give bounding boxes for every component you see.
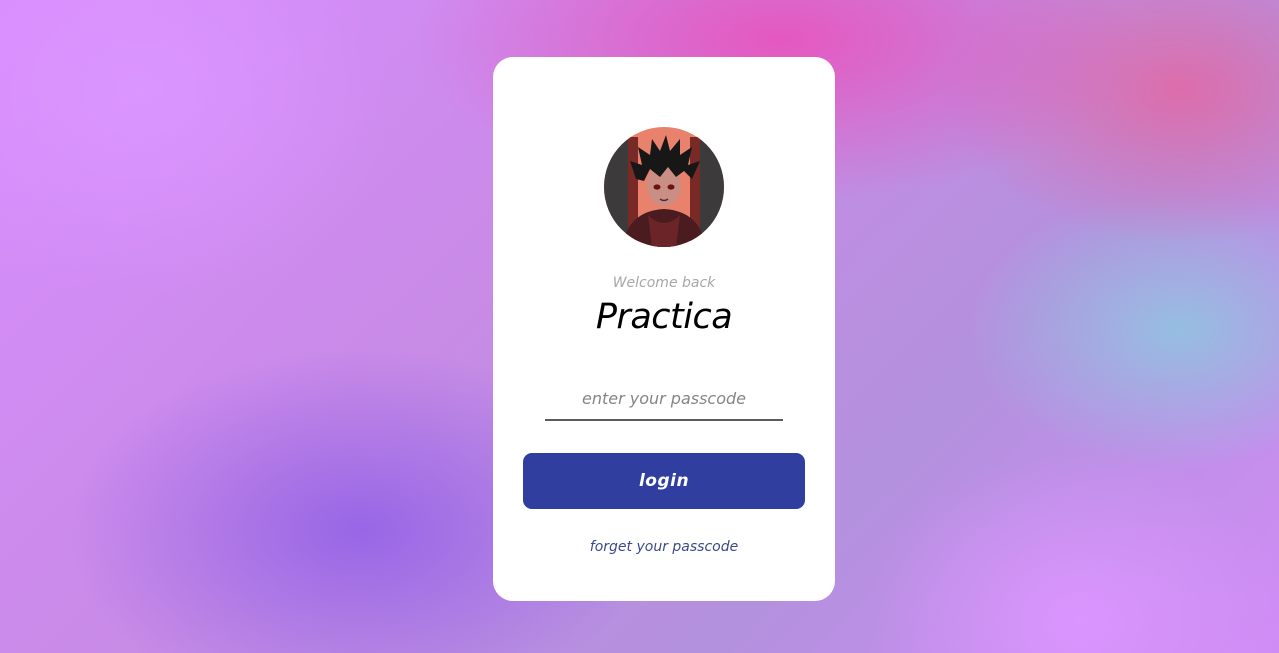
login-button[interactable]: login <box>523 453 805 509</box>
passcode-input[interactable] <box>545 377 783 421</box>
welcome-text: Welcome back <box>612 275 716 291</box>
app-title: Practica <box>595 297 733 337</box>
anime-avatar-icon <box>604 127 724 247</box>
forget-passcode-link[interactable]: forget your passcode <box>493 539 835 555</box>
login-card: Welcome back Practica login forget your … <box>493 57 835 601</box>
